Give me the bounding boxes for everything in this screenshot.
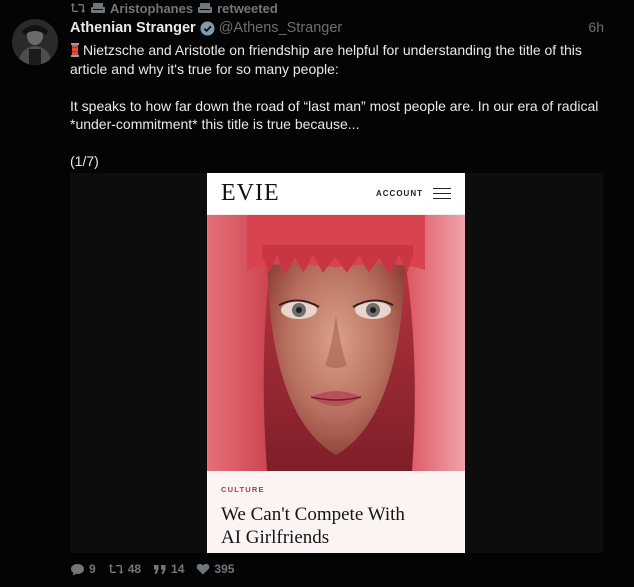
evie-header: EVIE ACCOUNT xyxy=(207,173,465,215)
typewriter-icon xyxy=(198,3,213,13)
article-headline-line-1: We Can't Compete With xyxy=(221,504,405,525)
heart-icon xyxy=(197,563,210,575)
evie-account-label: ACCOUNT xyxy=(376,189,423,198)
thread-spool-icon xyxy=(71,43,79,57)
retweeted-label: retweeted xyxy=(217,0,278,16)
article-caption: CULTURE We Can't Compete With AI Girlfri… xyxy=(207,471,465,553)
tweet-actions: 9 48 14 395 xyxy=(70,561,234,577)
reply-icon xyxy=(71,563,84,575)
evie-account: ACCOUNT xyxy=(376,187,451,200)
author-handle[interactable]: @Athens_Stranger xyxy=(219,20,343,36)
tweet-media[interactable]: EVIE ACCOUNT CULTURE We Can't Compete Wi… xyxy=(70,173,603,553)
author-name[interactable]: Athenian Stranger xyxy=(70,20,196,36)
retweet-count: 48 xyxy=(127,562,142,576)
quote-icon xyxy=(154,565,166,574)
reply-button[interactable]: 9 xyxy=(70,562,96,576)
quote-count: 14 xyxy=(171,562,185,576)
tweet-header: Athenian Stranger @Athens_Stranger 6h xyxy=(70,19,604,37)
tweet-paragraph-3: (1/7) xyxy=(70,153,99,169)
retweet-button[interactable]: 48 xyxy=(108,562,141,576)
tweet-paragraph-1: Nietzsche and Aristotle on friendship ar… xyxy=(70,41,610,78)
article-screenshot: EVIE ACCOUNT CULTURE We Can't Compete Wi… xyxy=(207,173,465,553)
tweet-paragraph-2: It speaks to how far down the road of “l… xyxy=(70,97,599,133)
typewriter-icon xyxy=(91,3,105,13)
retweet-icon xyxy=(70,3,86,13)
avatar-image xyxy=(12,19,58,65)
avatar[interactable] xyxy=(12,19,58,65)
evie-logo: EVIE xyxy=(221,180,280,206)
retweet-icon xyxy=(108,564,124,574)
timestamp[interactable]: 6h xyxy=(588,19,604,35)
tweet-card[interactable]: Aristophanes retweeted Athenian Stranger… xyxy=(0,0,634,587)
article-category: CULTURE xyxy=(221,485,265,494)
retweet-context: Aristophanes retweeted xyxy=(70,0,278,16)
article-headline: We Can't Compete With AI Girlfriends xyxy=(221,503,451,549)
like-button[interactable]: 395 xyxy=(196,562,234,576)
verified-badge-icon xyxy=(200,20,215,36)
menu-icon xyxy=(433,187,451,200)
quote-button[interactable]: 14 xyxy=(153,562,184,576)
like-count: 395 xyxy=(214,562,235,576)
retweeter-name[interactable]: Aristophanes xyxy=(110,1,193,16)
tweet-paragraph-1-text: Nietzsche and Aristotle on friendship ar… xyxy=(70,42,582,77)
article-photo xyxy=(207,215,465,471)
article-headline-line-2: AI Girlfriends xyxy=(221,527,330,548)
tweet-text: Nietzsche and Aristotle on friendship ar… xyxy=(70,41,610,189)
reply-count: 9 xyxy=(89,562,96,576)
